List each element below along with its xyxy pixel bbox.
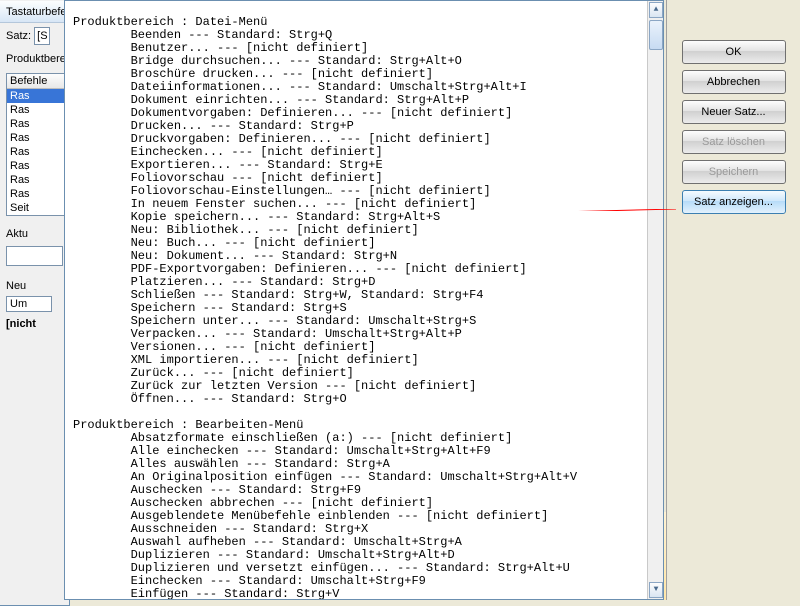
commands-header: Befehle xyxy=(7,74,65,89)
list-item[interactable]: Ras xyxy=(7,159,65,173)
list-item[interactable]: Ras xyxy=(7,117,65,131)
current-shortcut-field[interactable] xyxy=(6,246,63,266)
scroll-track[interactable] xyxy=(648,51,663,581)
scroll-thumb[interactable] xyxy=(649,20,663,50)
undefined-hint: [nicht xyxy=(0,318,69,330)
scroll-up-button[interactable]: ▲ xyxy=(649,2,663,18)
dialog-title: Tastaturbefehle xyxy=(0,1,69,23)
set-dropdown[interactable]: [S xyxy=(34,27,50,45)
shortcuts-report-pane: Produktbereich : Datei-Menü Beenden --- … xyxy=(64,0,664,600)
list-item[interactable]: Ras xyxy=(7,145,65,159)
product-area-label: Produktbereich xyxy=(0,49,69,69)
commands-listbox[interactable]: Befehle Ras Ras Ras Ras Ras Ras Ras Ras … xyxy=(6,73,66,216)
current-label: Aktu xyxy=(0,224,69,244)
shortcuts-dialog-fragment: Tastaturbefehle Satz: [S Produktbereich … xyxy=(0,0,70,606)
report-text: Produktbereich : Datei-Menü Beenden --- … xyxy=(73,16,663,600)
new-shortcut-label: Neu xyxy=(0,276,69,296)
list-item[interactable]: Ras xyxy=(7,173,65,187)
set-label: Satz: xyxy=(6,30,31,42)
scroll-down-button[interactable]: ▼ xyxy=(649,582,663,598)
dialog-button-panel: OK Abbrechen Neuer Satz... Satz löschen … xyxy=(666,0,800,600)
save-button[interactable]: Speichern xyxy=(682,160,786,184)
list-item[interactable]: Ras xyxy=(7,131,65,145)
context-dropdown[interactable]: Um xyxy=(6,296,52,312)
list-item[interactable]: Ras xyxy=(7,89,65,103)
cancel-button[interactable]: Abbrechen xyxy=(682,70,786,94)
list-item[interactable]: Seit xyxy=(7,201,65,215)
ok-button[interactable]: OK xyxy=(682,40,786,64)
list-item[interactable]: Ras xyxy=(7,187,65,201)
new-set-button[interactable]: Neuer Satz... xyxy=(682,100,786,124)
vertical-scrollbar[interactable]: ▲ ▼ xyxy=(647,1,663,599)
annotation-arrow xyxy=(480,209,680,211)
delete-set-button[interactable]: Satz löschen xyxy=(682,130,786,154)
list-item[interactable]: Ras xyxy=(7,103,65,117)
show-set-button[interactable]: Satz anzeigen... xyxy=(682,190,786,214)
